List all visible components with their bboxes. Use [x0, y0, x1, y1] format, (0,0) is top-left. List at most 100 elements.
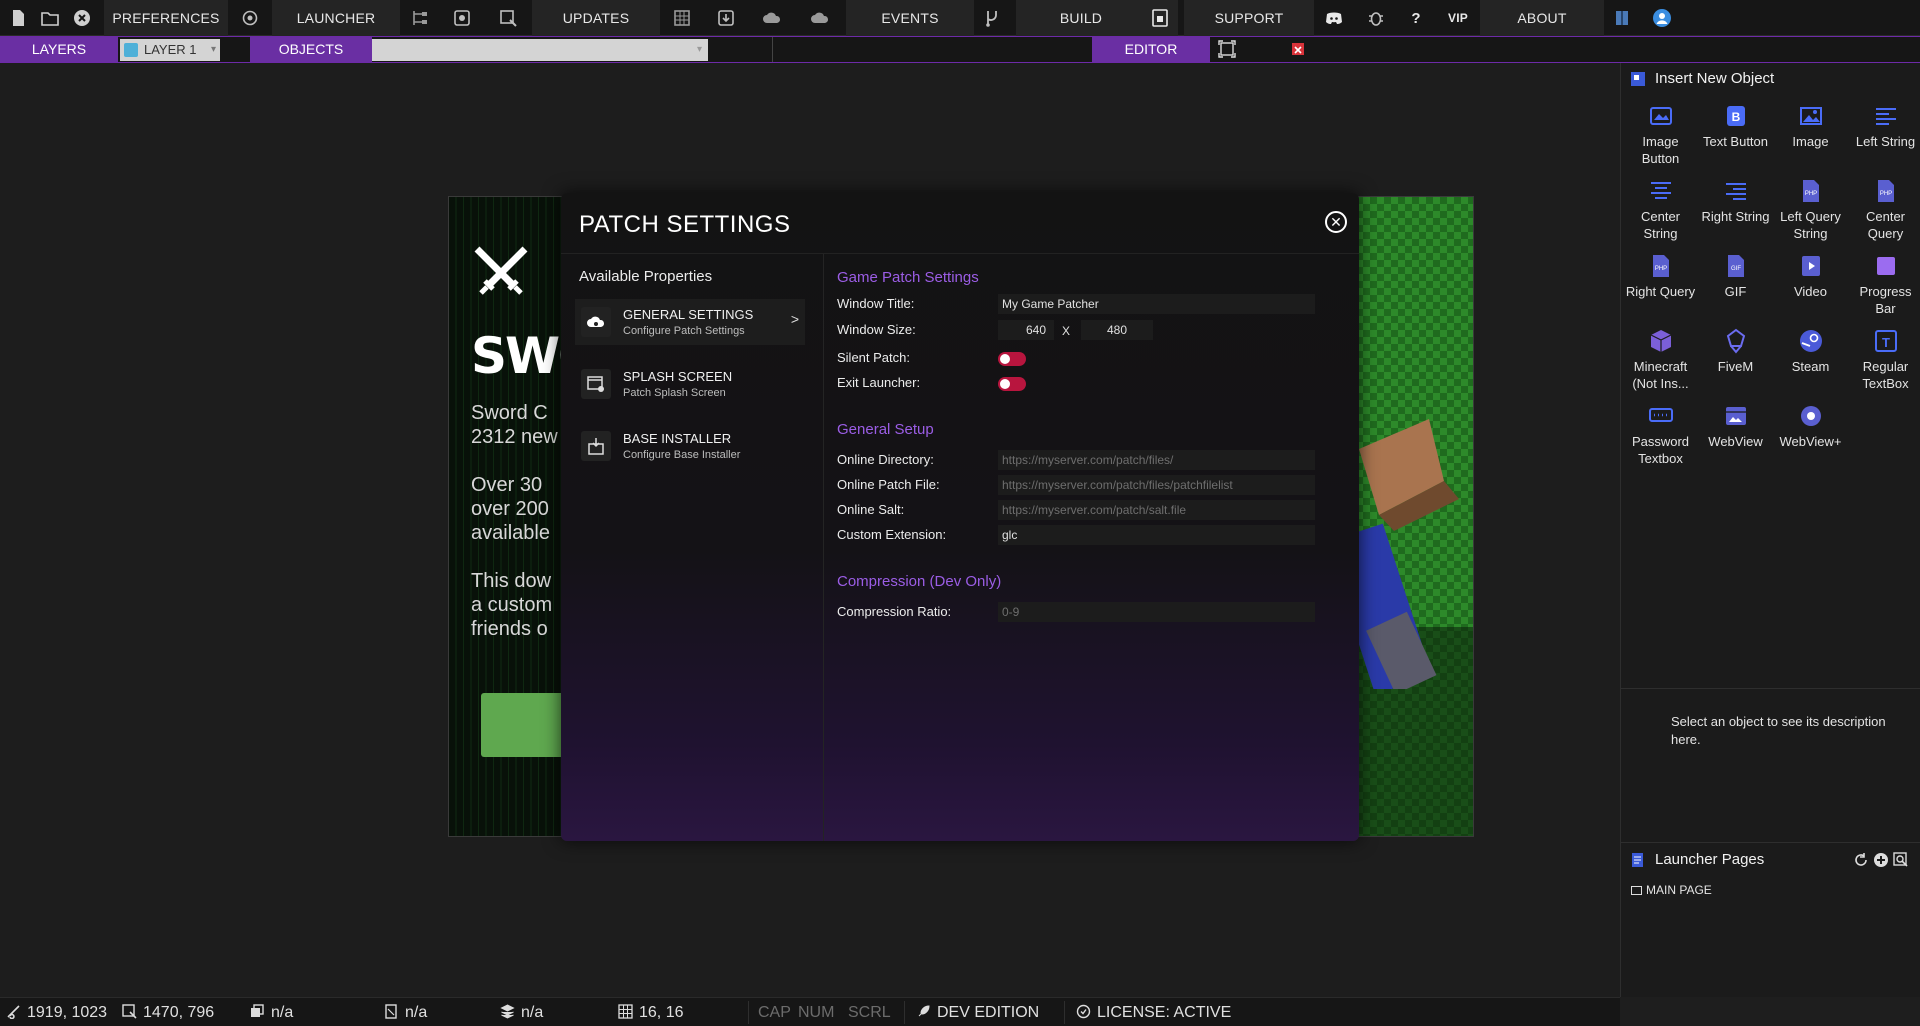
insert-object-center-query[interactable]: PHP Center Query [1848, 172, 1920, 247]
page-item-main[interactable]: MAIN PAGE [1631, 883, 1712, 897]
object-label: WebView+ [1779, 434, 1842, 449]
about-menu[interactable]: ABOUT [1480, 0, 1604, 36]
refresh-icon[interactable] [1853, 852, 1869, 868]
account-avatar-icon[interactable] [1644, 0, 1680, 36]
add-page-icon[interactable] [1873, 852, 1889, 868]
insert-object-right-string[interactable]: Right String [1698, 172, 1773, 247]
select-region-icon[interactable] [490, 0, 526, 36]
support-menu[interactable]: SUPPORT [1184, 0, 1314, 36]
settings-gear-icon[interactable] [232, 0, 268, 36]
insert-object-gif[interactable]: GIF GIF [1698, 247, 1773, 322]
screenshot-icon[interactable] [444, 0, 480, 36]
close-icon[interactable]: ✕ [1325, 211, 1347, 233]
divider [904, 1001, 905, 1024]
cloud-download-icon[interactable] [754, 0, 790, 36]
stack-status: n/a [500, 998, 543, 1026]
objects-select[interactable]: ▾ [372, 39, 708, 61]
window-title-input[interactable]: My Game Patcher [998, 294, 1315, 314]
insert-object-webview[interactable]: WebView+ [1773, 397, 1848, 472]
insert-object-left-query-string[interactable]: PHP Left Query String [1773, 172, 1848, 247]
tab-editor[interactable]: EDITOR [1092, 37, 1210, 62]
text-button-icon: B [1726, 106, 1745, 126]
password-icon [1648, 408, 1673, 422]
status-bar: 1919, 1023 1470, 796 n/a n/a n/a 16, 16 … [0, 997, 1620, 1026]
insert-object-video[interactable]: Video [1773, 247, 1848, 322]
exit-launcher-toggle[interactable] [998, 377, 1026, 391]
progress-bar-icon [1876, 257, 1895, 275]
minecraft-character-image [1325, 419, 1473, 695]
close-project-icon[interactable] [64, 0, 100, 36]
tab-objects[interactable]: OBJECTS [250, 37, 372, 62]
layer-select[interactable]: LAYER 1 ▾ [120, 39, 220, 61]
insert-object-minecraft-not-ins[interactable]: Minecraft (Not Ins... [1623, 322, 1698, 397]
close-editor-icon[interactable] [1292, 43, 1304, 55]
silent-patch-toggle[interactable] [998, 352, 1026, 366]
online-patch-file-label: Online Patch File: [837, 477, 940, 492]
settings-form: Game Patch Settings Window Title: My Gam… [825, 254, 1359, 841]
new-file-icon[interactable] [0, 0, 36, 36]
page-search-icon[interactable] [1893, 852, 1909, 868]
build-launcher-icon[interactable] [1142, 0, 1178, 36]
insert-object-left-string[interactable]: Left String [1848, 97, 1920, 172]
bug-report-icon[interactable] [1358, 0, 1394, 36]
download-box-icon[interactable] [708, 0, 744, 36]
book-icon[interactable] [1604, 0, 1640, 36]
property-title: GENERAL SETTINGS [623, 307, 754, 322]
webview-plus-icon [1800, 406, 1821, 426]
insert-object-webview[interactable]: WebView [1698, 397, 1773, 472]
open-folder-icon[interactable] [32, 0, 68, 36]
object-file-icon [385, 1004, 397, 1019]
tree-structure-icon[interactable] [402, 0, 438, 36]
insert-object-text-button[interactable]: B Text Button [1698, 97, 1773, 172]
edition-value: DEV EDITION [937, 1004, 1040, 1021]
compression-ratio-input[interactable]: 0-9 [998, 602, 1315, 622]
custom-extension-input[interactable]: glc [998, 525, 1315, 545]
preview-text: over 200 [471, 498, 549, 520]
installer-icon [581, 431, 611, 461]
insert-object-image-button[interactable]: Image Button [1623, 97, 1698, 172]
webview-icon [1725, 407, 1746, 425]
discord-icon[interactable] [1316, 0, 1352, 36]
preview-text: friends o [471, 618, 548, 640]
divider [748, 1001, 749, 1024]
preferences-menu[interactable]: PREFERENCES [104, 0, 228, 36]
window-height-input[interactable]: 480 [1081, 320, 1153, 340]
insert-object-right-query[interactable]: PHP Right Query [1623, 247, 1698, 322]
patch-settings-dialog: PATCH SETTINGS ✕ Available Properties GE… [561, 193, 1359, 841]
canvas-size: 1470, 796 [122, 998, 214, 1026]
grid-value: 16, 16 [639, 1004, 684, 1021]
help-icon[interactable]: ? [1398, 0, 1434, 36]
object-label: Left String [1855, 134, 1916, 149]
launcher-menu[interactable]: LAUNCHER [272, 0, 400, 36]
property-base-installer[interactable]: BASE INSTALLER Configure Base Installer [575, 423, 805, 469]
fit-screen-icon[interactable] [1218, 40, 1236, 58]
build-menu[interactable]: BUILD [1016, 0, 1146, 36]
grid-table-icon[interactable] [664, 0, 700, 36]
updates-menu[interactable]: UPDATES [532, 0, 660, 36]
insert-object-progress-bar[interactable]: Progress Bar [1848, 247, 1920, 322]
tab-layers[interactable]: LAYERS [0, 37, 118, 62]
insert-object-image[interactable]: Image [1773, 97, 1848, 172]
window-width-input[interactable]: 640 [998, 320, 1054, 340]
editor-subbar: LAYERS LAYER 1 ▾ OBJECTS ▾ EDITOR [0, 36, 1920, 63]
insert-object-regular-textbox[interactable]: T Regular TextBox [1848, 322, 1920, 397]
online-patch-file-input[interactable]: https://myserver.com/patch/files/patchfi… [998, 475, 1315, 495]
main-toolbar: PREFERENCES LAUNCHER UPDATES EVENTS BUIL… [0, 0, 1920, 36]
insert-object-steam[interactable]: Steam [1773, 322, 1848, 397]
insert-object-center-string[interactable]: Center String [1623, 172, 1698, 247]
svg-text:PHP: PHP [1804, 191, 1816, 197]
property-title: SPLASH SCREEN [623, 369, 733, 384]
online-salt-input[interactable]: https://myserver.com/patch/salt.file [998, 500, 1315, 520]
cloud-upload-icon[interactable] [802, 0, 838, 36]
property-general-settings[interactable]: GENERAL SETTINGS Configure Patch Setting… [575, 299, 805, 345]
branch-icon[interactable] [974, 0, 1010, 36]
events-menu[interactable]: EVENTS [846, 0, 974, 36]
insert-object-fivem[interactable]: FiveM [1698, 322, 1773, 397]
preview-play-button[interactable] [481, 693, 571, 757]
insert-object-password-textbox[interactable]: Password Textbox [1623, 397, 1698, 472]
property-splash-screen[interactable]: SPLASH SCREEN Patch Splash Screen [575, 361, 805, 407]
php-icon: PHP [1877, 180, 1894, 202]
online-directory-input[interactable]: https://myserver.com/patch/files/ [998, 450, 1315, 470]
vip-badge[interactable]: VIP [1440, 0, 1476, 36]
launcher-pages-header: Launcher Pages [1621, 845, 1920, 875]
